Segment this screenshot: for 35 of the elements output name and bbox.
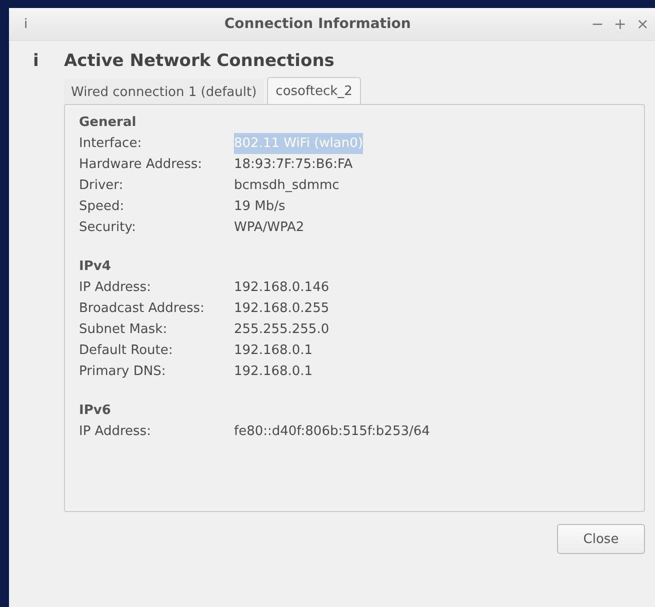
section-heading: General bbox=[79, 115, 136, 130]
field-value: 255.255.255.0 bbox=[234, 321, 330, 339]
info-icon: i bbox=[24, 16, 44, 32]
field-label: IP Address: bbox=[79, 423, 151, 441]
minimize-button[interactable]: − bbox=[591, 15, 604, 33]
maximize-button[interactable]: + bbox=[614, 15, 626, 33]
field-label: Default Route: bbox=[79, 342, 173, 360]
field-value: fe80::d40f:806b:515f:b253/64 bbox=[234, 423, 430, 441]
field-value: 192.168.0.1 bbox=[234, 342, 313, 360]
field-value: 19 Mb/s bbox=[234, 198, 286, 216]
connection-tab[interactable]: Wired connection 1 (default) bbox=[64, 79, 264, 104]
field-label: Primary DNS: bbox=[79, 363, 166, 381]
close-button[interactable]: × bbox=[636, 15, 649, 33]
section-heading: IPv4 bbox=[79, 259, 111, 274]
field-value: 192.168.0.1 bbox=[234, 363, 313, 381]
field-label: Speed: bbox=[79, 198, 124, 216]
field-value: 18:93:7F:75:B6:FA bbox=[234, 156, 353, 174]
section-heading: IPv6 bbox=[79, 403, 111, 418]
field-value: WPA/WPA2 bbox=[234, 219, 304, 237]
field-label: Hardware Address: bbox=[79, 156, 202, 174]
close-button[interactable]: Close bbox=[557, 524, 645, 554]
field-label: Interface: bbox=[79, 135, 142, 153]
field-label: Subnet Mask: bbox=[79, 321, 168, 339]
field-value: bcmsdh_sdmmc bbox=[234, 177, 340, 195]
connection-tab[interactable]: cosofteck_2 bbox=[266, 77, 362, 104]
dialog-heading: Active Network Connections bbox=[64, 51, 334, 71]
field-value: 192.168.0.146 bbox=[234, 279, 330, 297]
info-icon: i bbox=[33, 51, 64, 71]
field-label: Security: bbox=[79, 219, 136, 237]
field-label: IP Address: bbox=[79, 279, 151, 297]
field-value: 192.168.0.255 bbox=[234, 300, 330, 318]
field-value: 802.11 WiFi (wlan0) bbox=[234, 133, 363, 154]
field-label: Driver: bbox=[79, 177, 124, 195]
window-title: Connection Information bbox=[223, 16, 412, 32]
field-label: Broadcast Address: bbox=[79, 300, 204, 318]
